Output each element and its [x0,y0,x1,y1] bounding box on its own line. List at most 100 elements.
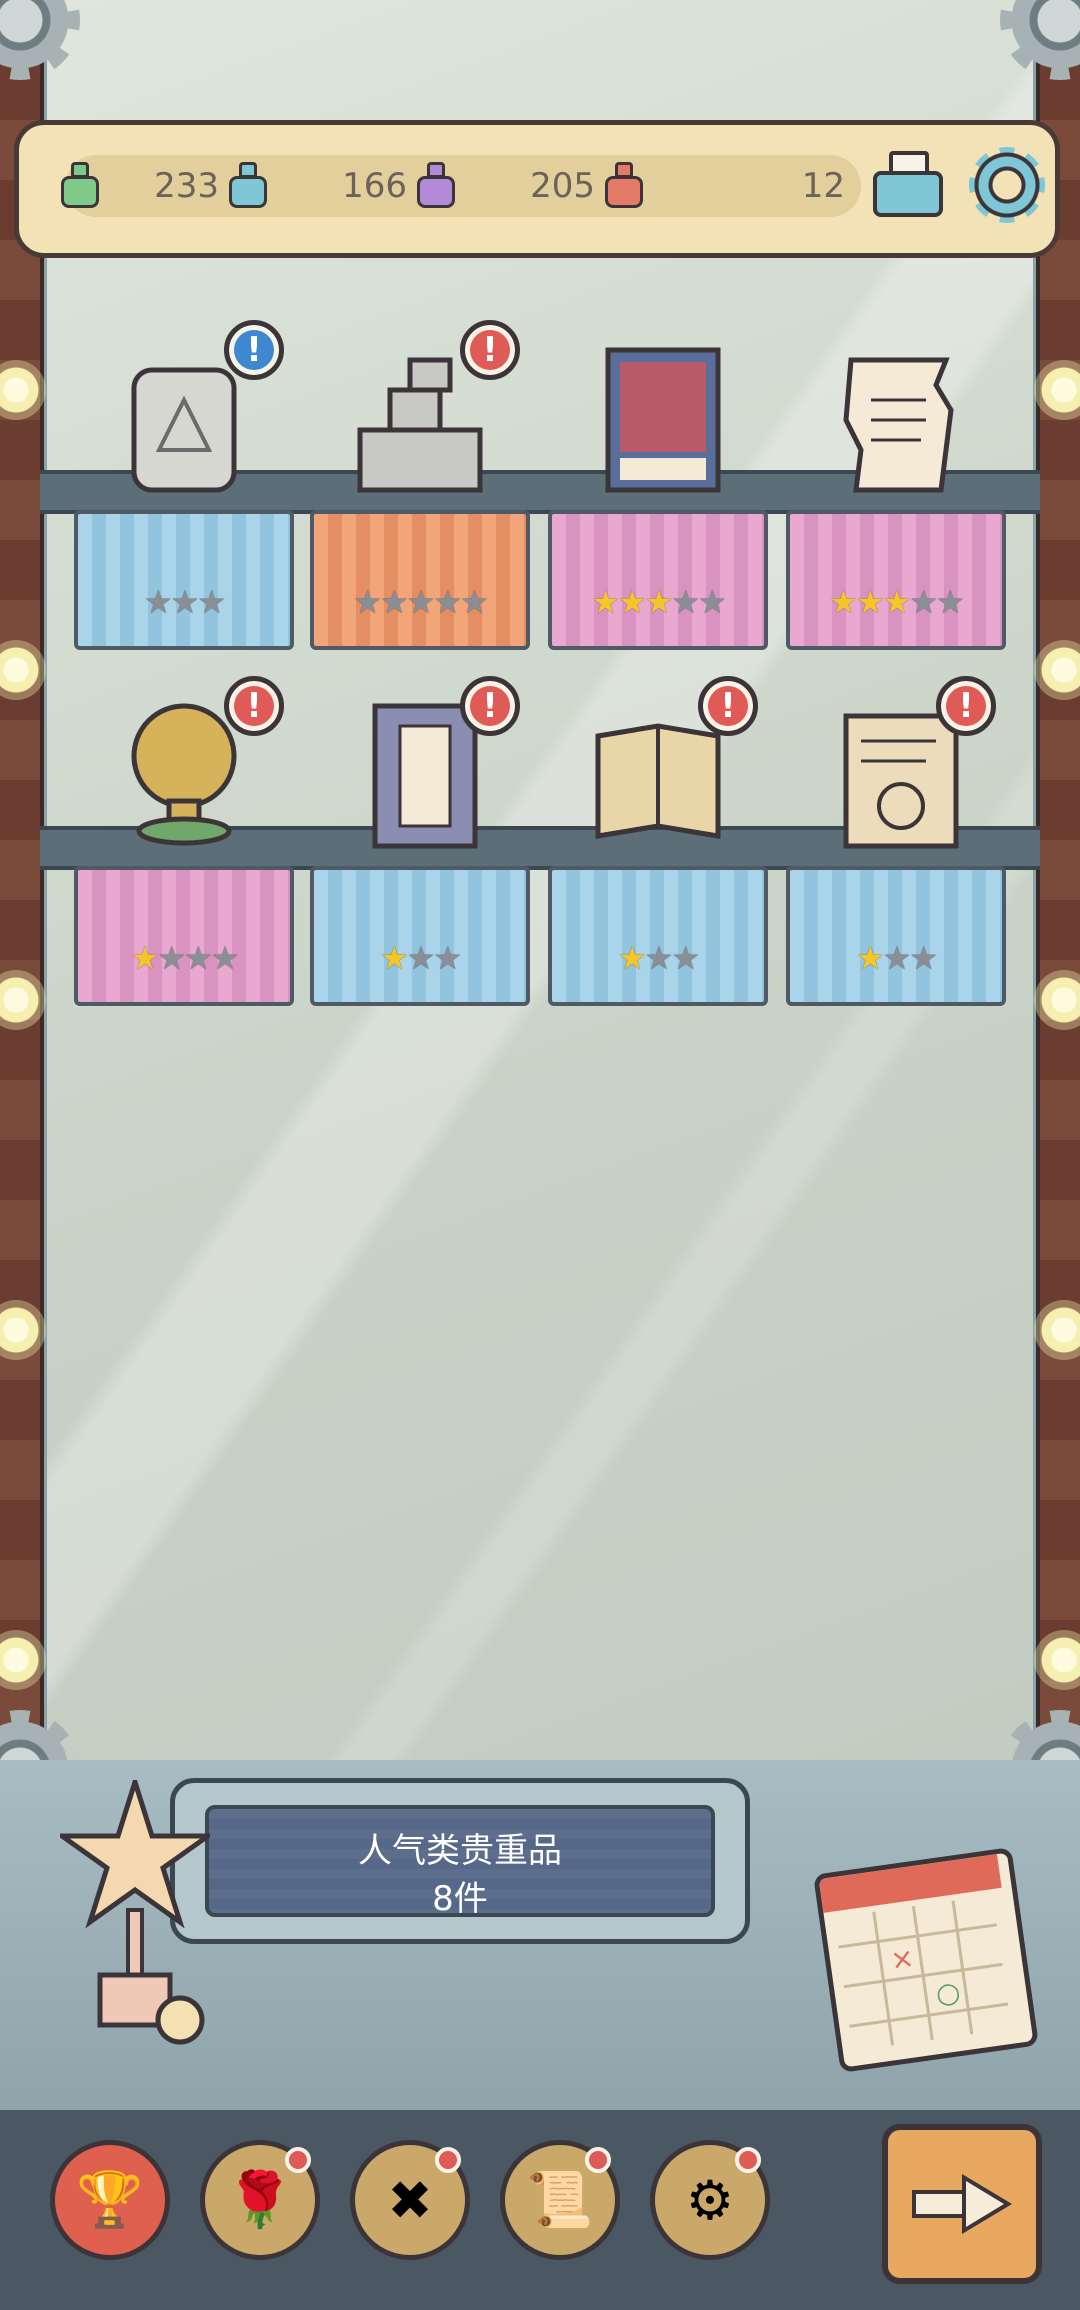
gear-tab-icon: ⚙ [685,2168,735,2232]
scroll-tab-button[interactable]: 📜 [500,2140,620,2260]
resource-green [57,155,103,217]
ink-jar-purple-icon [413,158,459,214]
star-filled-icon: ★ [379,939,409,977]
painted-book-icon [605,347,721,493]
display-slot[interactable]: ★★★★★ [548,320,768,650]
star-empty-icon: ★ [170,583,200,621]
trophy-tab-icon: 🏆 [76,2168,144,2231]
star-rating: ★★★ [74,584,294,620]
star-empty-icon: ★ [197,583,226,621]
star-empty-icon: ★ [210,939,240,977]
star-empty-icon: ★ [460,583,489,621]
display-cloth [310,510,530,650]
display-slot[interactable]: ★★★★! [74,676,294,1006]
star-empty-icon: ★ [143,583,173,621]
resource-bar: 233 166 205 12 [14,120,1060,258]
resource-blue-amount: 166 [337,155,459,217]
ink-jar-red-icon [601,158,647,214]
rose-tab-icon: 🌹 [226,2168,294,2231]
svg-text:○: ○ [934,1975,963,2011]
star-filled-icon: ★ [617,939,647,977]
star-rating: ★★★★★ [548,584,768,620]
star-trophy-icon[interactable] [60,1780,210,2050]
notification-badge-icon: ! [936,676,996,736]
star-empty-icon: ★ [909,939,938,977]
display-cloth [74,866,294,1006]
display-cloth [786,866,1006,1006]
star-filled-icon: ★ [591,583,620,621]
star-empty-icon: ★ [157,939,186,977]
gear-tab-button[interactable]: ⚙ [650,2140,770,2260]
notification-badge-icon: ! [460,320,520,380]
notification-badge-icon: ! [224,676,284,736]
display-slot[interactable]: ★★★! [548,676,768,1006]
rose-tab-button[interactable]: 🌹 [200,2140,320,2260]
display-slot[interactable]: ★★★! [786,676,1006,1006]
notification-dot-icon [735,2147,761,2173]
star-filled-icon: ★ [882,583,912,621]
star-filled-icon: ★ [617,583,647,621]
display-slot[interactable]: ★★★! [74,320,294,650]
star-empty-icon: ★ [433,583,462,621]
notification-dot-icon [285,2147,311,2173]
resource-pill: 233 166 205 12 [61,155,861,217]
tools-tab-button[interactable]: ✖ [350,2140,470,2260]
star-empty-icon: ★ [379,583,409,621]
star-filled-icon: ★ [829,583,858,621]
star-empty-icon: ★ [882,939,912,977]
plaque-title: 人气类贵重品 [358,1831,562,1871]
star-empty-icon: ★ [184,939,213,977]
star-empty-icon: ★ [406,939,436,977]
star-empty-icon: ★ [433,939,462,977]
next-button[interactable] [882,2124,1042,2284]
star-empty-icon: ★ [671,583,700,621]
display-cloth [548,510,768,650]
display-slot[interactable]: ★★★★★! [310,320,530,650]
star-rating: ★★★ [548,940,768,976]
display-cloth [310,866,530,1006]
resource-value: 233 [154,166,219,206]
trophy-tab-button[interactable]: 🏆 [50,2140,170,2260]
ink-jar-green-icon [57,158,103,214]
tools-tab-icon: ✖ [387,2168,433,2232]
notification-badge-icon: ! [224,320,284,380]
star-empty-icon: ★ [909,583,938,621]
resource-red-amount: 12 [705,155,851,217]
notification-badge-icon: ! [460,676,520,736]
star-filled-icon: ★ [855,583,885,621]
arrow-right-icon [912,2174,1012,2234]
star-empty-icon: ★ [698,583,727,621]
star-empty-icon: ★ [936,583,965,621]
resource-value: 166 [342,166,407,206]
display-cloth [786,510,1006,650]
star-rating: ★★★★★ [786,584,1006,620]
torn-scroll-icon [843,357,954,493]
star-empty-icon: ★ [671,939,700,977]
star-rating: ★★★★★ [310,584,530,620]
display-slot[interactable]: ★★★★★ [786,320,1006,650]
display-slot[interactable]: ★★★! [310,676,530,1006]
calendar-icon[interactable]: × ○ [813,1847,1039,2073]
ink-jar-blue-icon [225,158,271,214]
svg-text:×: × [888,1941,916,1977]
collection-plaque: 人气类贵重品 8件 [170,1778,750,1944]
notification-badge-icon: ! [698,676,758,736]
resource-value: 12 [801,166,845,206]
star-filled-icon: ★ [644,583,674,621]
display-cloth [74,510,294,650]
star-empty-icon: ★ [353,583,382,621]
notification-dot-icon [585,2147,611,2173]
resource-purple-amount: 205 [525,155,647,217]
star-empty-icon: ★ [406,583,436,621]
mail-button[interactable] [867,143,953,225]
star-filled-icon: ★ [130,939,160,977]
star-rating: ★★★★ [74,940,294,976]
settings-button[interactable] [969,147,1045,223]
resource-value: 205 [530,166,595,206]
star-rating: ★★★ [786,940,1006,976]
notification-dot-icon [435,2147,461,2173]
resource-green-amount: 233 [149,155,271,217]
star-rating: ★★★ [310,940,530,976]
star-filled-icon: ★ [855,939,885,977]
plaque-count: 8件 [432,1879,488,1919]
